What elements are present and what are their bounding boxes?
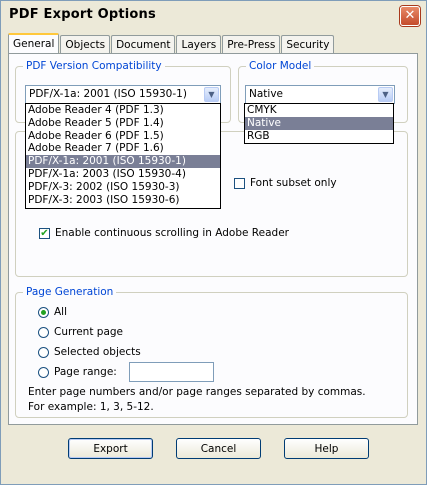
pdf-version-option[interactable]: Adobe Reader 5 (PDF 1.4) [26, 117, 220, 130]
color-model-option[interactable]: RGB [245, 130, 393, 143]
color-model-dropdown-button[interactable]: ▼ [378, 87, 393, 102]
tab-objects[interactable]: Objects [60, 35, 111, 54]
pdf-version-selected-value: PDF/X-1a: 2001 (ISO 15930-1) [29, 88, 187, 100]
page-range-radio[interactable] [38, 367, 49, 378]
close-button[interactable]: ✕ [400, 6, 420, 26]
page-range-label: Page range: [54, 366, 117, 378]
chevron-down-icon: ▼ [208, 90, 215, 99]
dialog-title: PDF Export Options [9, 7, 156, 22]
pdf-version-option[interactable]: PDF/X-3: 2003 (ISO 15930-6) [26, 194, 220, 207]
page-range-note: Enter page numbers and/or page ranges se… [28, 386, 366, 398]
check-icon: ✔ [40, 228, 49, 239]
color-model-option[interactable]: CMYK [245, 104, 393, 117]
current-page-radio[interactable] [38, 327, 49, 338]
color-model-group-title: Color Model [246, 60, 315, 72]
pdf-version-option[interactable]: Adobe Reader 4 (PDF 1.3) [26, 104, 220, 117]
title-bar: PDF Export Options ✕ [1, 1, 426, 31]
export-button[interactable]: Export [68, 438, 153, 459]
selected-objects-label: Selected objects [54, 346, 141, 358]
color-model-select[interactable]: Native ▼ [245, 85, 395, 104]
dialog-window: PDF Export Options ✕ General Objects Doc… [0, 0, 427, 485]
pdf-version-option-selected[interactable]: PDF/X-1a: 2001 (ISO 15930-1) [26, 155, 220, 168]
color-model-option-selected[interactable]: Native [245, 116, 393, 130]
tab-pre-press[interactable]: Pre-Press [222, 35, 281, 54]
chevron-down-icon: ▼ [382, 90, 389, 99]
tab-layers[interactable]: Layers [176, 35, 222, 54]
font-subset-checkbox[interactable] [234, 178, 245, 189]
pdf-version-dropdown-button[interactable]: ▼ [204, 87, 219, 102]
tab-panel-general: PDF Version Compatibility PDF/X-1a: 2001… [8, 53, 418, 425]
page-all-radio[interactable] [38, 307, 49, 318]
tab-document[interactable]: Document [111, 35, 176, 54]
pdf-version-option[interactable]: Adobe Reader 7 (PDF 1.6) [26, 142, 220, 155]
help-button[interactable]: Help [284, 438, 369, 459]
page-range-example: For example: 1, 3, 5-12. [28, 401, 154, 413]
pdf-version-group-title: PDF Version Compatibility [23, 60, 165, 72]
cancel-button[interactable]: Cancel [176, 438, 261, 459]
pdf-version-option[interactable]: PDF/X-3: 2002 (ISO 15930-3) [26, 181, 220, 194]
continuous-scroll-checkbox[interactable]: ✔ [39, 228, 50, 239]
page-generation-group-title: Page Generation [23, 286, 117, 298]
pdf-version-select[interactable]: PDF/X-1a: 2001 (ISO 15930-1) ▼ [25, 85, 221, 104]
selected-objects-radio[interactable] [38, 347, 49, 358]
continuous-scroll-label: Enable continuous scrolling in Adobe Rea… [55, 227, 289, 239]
close-icon: ✕ [404, 8, 416, 23]
page-all-label: All [54, 306, 68, 318]
tab-security[interactable]: Security [281, 35, 335, 54]
pdf-version-option[interactable]: Adobe Reader 6 (PDF 1.5) [26, 130, 220, 143]
page-range-input[interactable] [129, 362, 214, 382]
pdf-version-option[interactable]: PDF/X-1a: 2003 (ISO 15930-4) [26, 168, 220, 181]
color-model-selected-value: Native [249, 88, 283, 100]
current-page-label: Current page [54, 326, 123, 338]
tab-general[interactable]: General [8, 33, 60, 54]
font-subset-label: Font subset only [250, 177, 337, 189]
pdf-version-dropdown-list: Adobe Reader 4 (PDF 1.3) Adobe Reader 5 … [25, 103, 221, 209]
tab-strip: General Objects Document Layers Pre-Pres… [8, 33, 335, 54]
color-model-dropdown-list: CMYK Native RGB [244, 103, 394, 144]
